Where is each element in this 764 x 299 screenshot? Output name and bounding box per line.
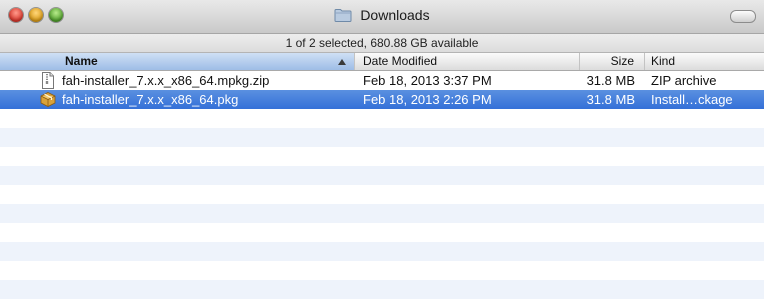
toolbar-toggle-button[interactable] [730,10,756,23]
empty-row [0,223,764,242]
empty-row [0,280,764,299]
file-kind: Install…ckage [651,92,733,107]
folder-icon [334,9,352,22]
column-header-kind[interactable]: Kind [645,53,764,70]
column-header-date[interactable]: Date Modified [355,53,580,70]
file-size: 31.8 MB [586,73,635,88]
file-date: Feb 18, 2013 3:37 PM [363,73,492,88]
column-header-name[interactable]: Name [0,53,355,70]
column-header-date-label: Date Modified [363,54,438,68]
sort-ascending-icon [338,59,346,65]
column-header-size[interactable]: Size [580,53,645,70]
file-name: fah-installer_7.x.x_x86_64.mpkg.zip [62,73,270,88]
title-bar[interactable]: Downloads [0,0,764,34]
status-text: 1 of 2 selected, 680.88 GB available [285,36,479,50]
empty-row [0,261,764,280]
file-row[interactable]: fah-installer_7.x.x_x86_64.mpkg.zip Feb … [0,71,764,90]
zip-document-icon [42,72,54,89]
column-header-size-label: Size [610,54,634,68]
status-bar: 1 of 2 selected, 680.88 GB available [0,34,764,53]
file-kind: ZIP archive [651,73,717,88]
empty-row [0,166,764,185]
file-row-selected[interactable]: fah-installer_7.x.x_x86_64.pkg Feb 18, 2… [0,90,764,109]
window-title-group: Downloads [0,7,764,23]
empty-row [0,242,764,261]
package-icon [40,92,56,107]
empty-row [0,128,764,147]
empty-row [0,147,764,166]
empty-row [0,204,764,223]
finder-window: Downloads 1 of 2 selected, 680.88 GB ava… [0,0,764,299]
file-list: fah-installer_7.x.x_x86_64.mpkg.zip Feb … [0,71,764,299]
column-header: Name Date Modified Size Kind [0,53,764,71]
column-header-name-label: Name [65,54,98,68]
file-date: Feb 18, 2013 2:26 PM [363,92,492,107]
empty-row [0,109,764,128]
window-title: Downloads [360,7,430,23]
file-name: fah-installer_7.x.x_x86_64.pkg [62,92,239,107]
empty-row [0,185,764,204]
file-size: 31.8 MB [586,92,635,107]
column-header-kind-label: Kind [651,54,676,68]
